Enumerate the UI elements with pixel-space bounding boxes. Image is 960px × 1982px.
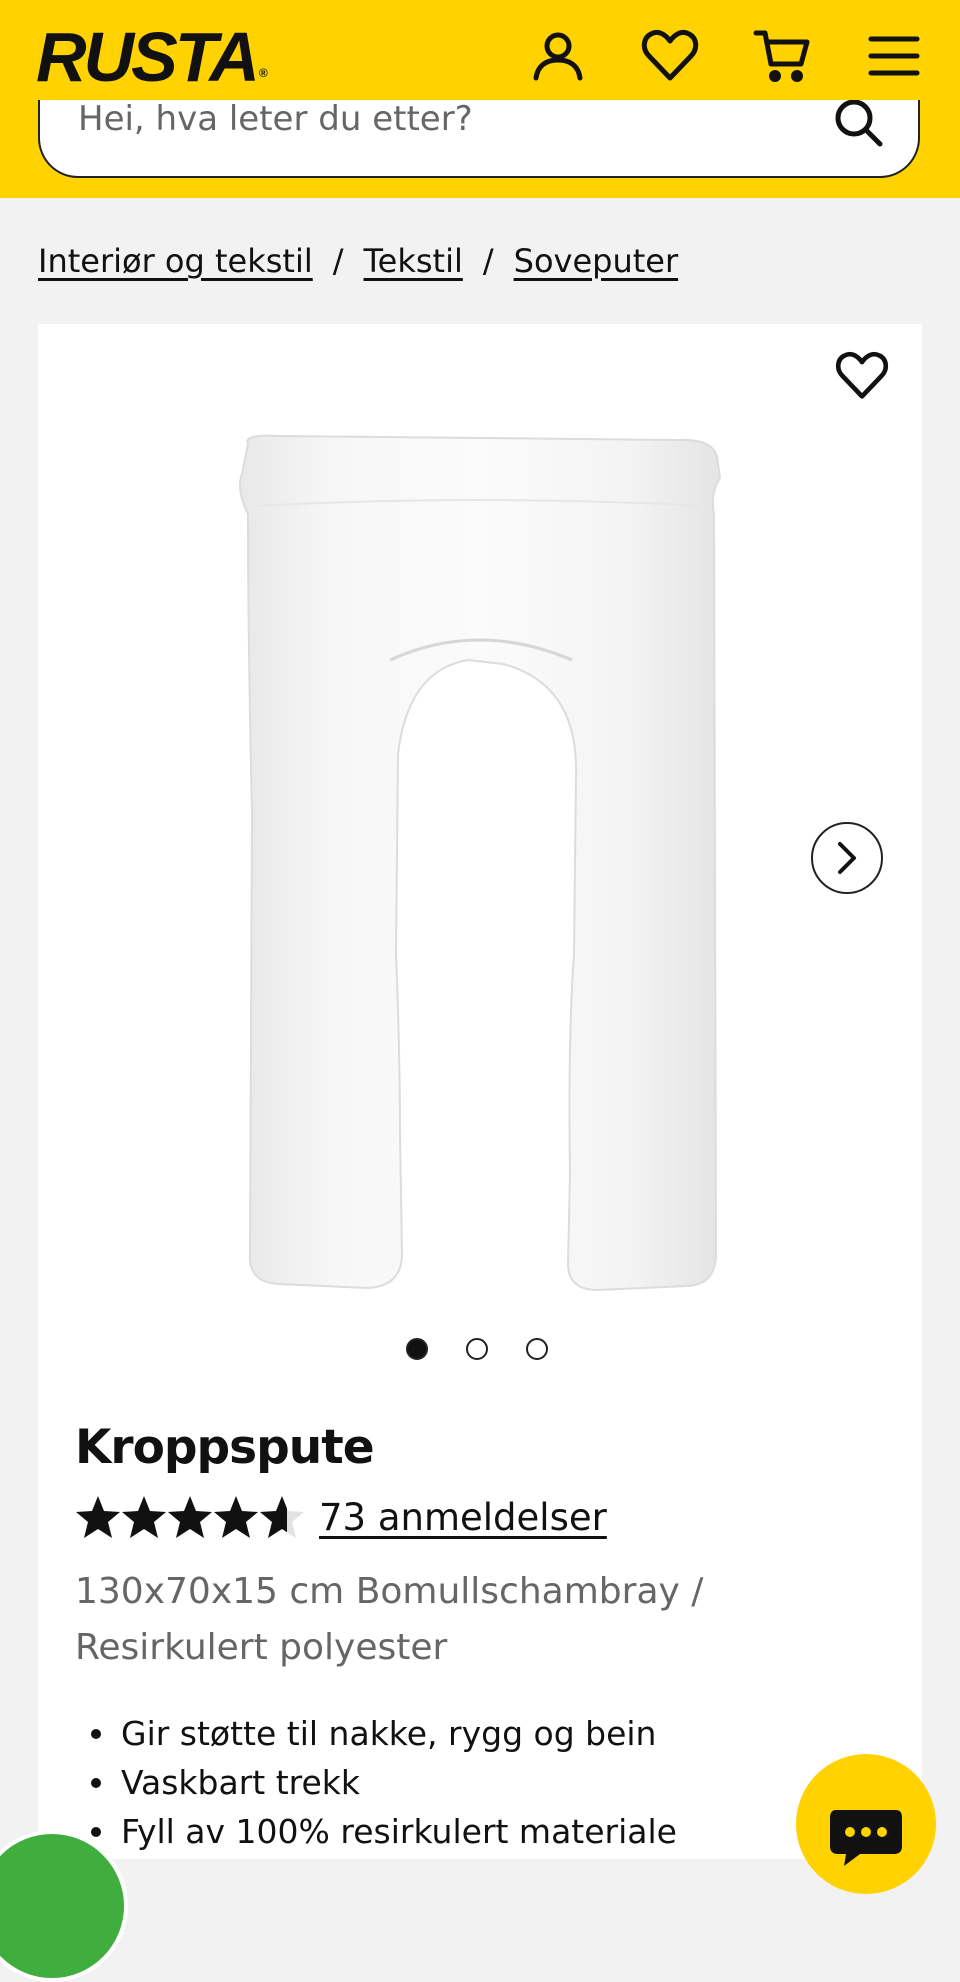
feature-item: Gir støtte til nakke, rygg og bein [75, 1709, 677, 1758]
favorites-button[interactable] [640, 26, 700, 86]
product-title: Kroppspute [75, 1420, 375, 1475]
heart-icon [835, 351, 889, 399]
feature-list: Gir støtte til nakke, rygg og bein Vaskb… [75, 1709, 677, 1856]
breadcrumb: Interiør og tekstil / Tekstil / Sovepute… [38, 236, 678, 286]
logo-text: RUSTA [36, 18, 260, 96]
menu-icon [868, 36, 920, 76]
carousel-dot[interactable] [526, 1338, 548, 1360]
search-bar [38, 100, 920, 178]
cart-button[interactable] [752, 26, 812, 86]
breadcrumb-separator: / [482, 242, 494, 280]
star-rating-icon [76, 1496, 304, 1538]
breadcrumb-interior-textile[interactable]: Interiør og tekstil [38, 242, 313, 280]
chat-icon [830, 1810, 902, 1866]
product-rating: 73 anmeldelser [75, 1494, 607, 1540]
carousel-next-button[interactable] [811, 822, 883, 894]
search-icon [835, 100, 883, 147]
search-input[interactable] [76, 100, 820, 150]
heart-icon [641, 29, 699, 81]
search-button[interactable] [828, 100, 888, 152]
cart-icon [753, 30, 810, 82]
breadcrumb-sleeping-pillows[interactable]: Soveputer [514, 242, 679, 280]
add-to-favorites-button[interactable] [830, 344, 894, 408]
reviews-link[interactable]: 73 anmeldelser [319, 1496, 607, 1539]
breadcrumb-separator: / [332, 242, 344, 280]
carousel-dot[interactable] [406, 1338, 428, 1360]
product-variant: 130x70x15 cm Bomullschambray / Resirkule… [75, 1571, 704, 1668]
site-header: RUSTA ® [0, 0, 960, 198]
account-button[interactable] [528, 26, 588, 86]
carousel-indicators [406, 1338, 548, 1360]
product-card: Kroppspute 73 anmeldelser 130x70x15 cm B… [38, 324, 922, 1859]
product-image[interactable] [218, 434, 738, 1294]
chevron-right-icon [838, 842, 856, 874]
feature-item: Vaskbart trekk [75, 1758, 677, 1807]
chat-button[interactable] [796, 1754, 936, 1894]
rating-stars [75, 1494, 305, 1540]
menu-button[interactable] [864, 26, 924, 86]
logo-registered-mark: ® [258, 66, 268, 80]
user-icon [533, 32, 583, 81]
rusta-logo[interactable]: RUSTA ® [36, 14, 268, 100]
feature-item: Fyll av 100% resirkulert materiale [75, 1807, 677, 1856]
breadcrumb-textile[interactable]: Tekstil [364, 242, 463, 280]
carousel-dot[interactable] [466, 1338, 488, 1360]
